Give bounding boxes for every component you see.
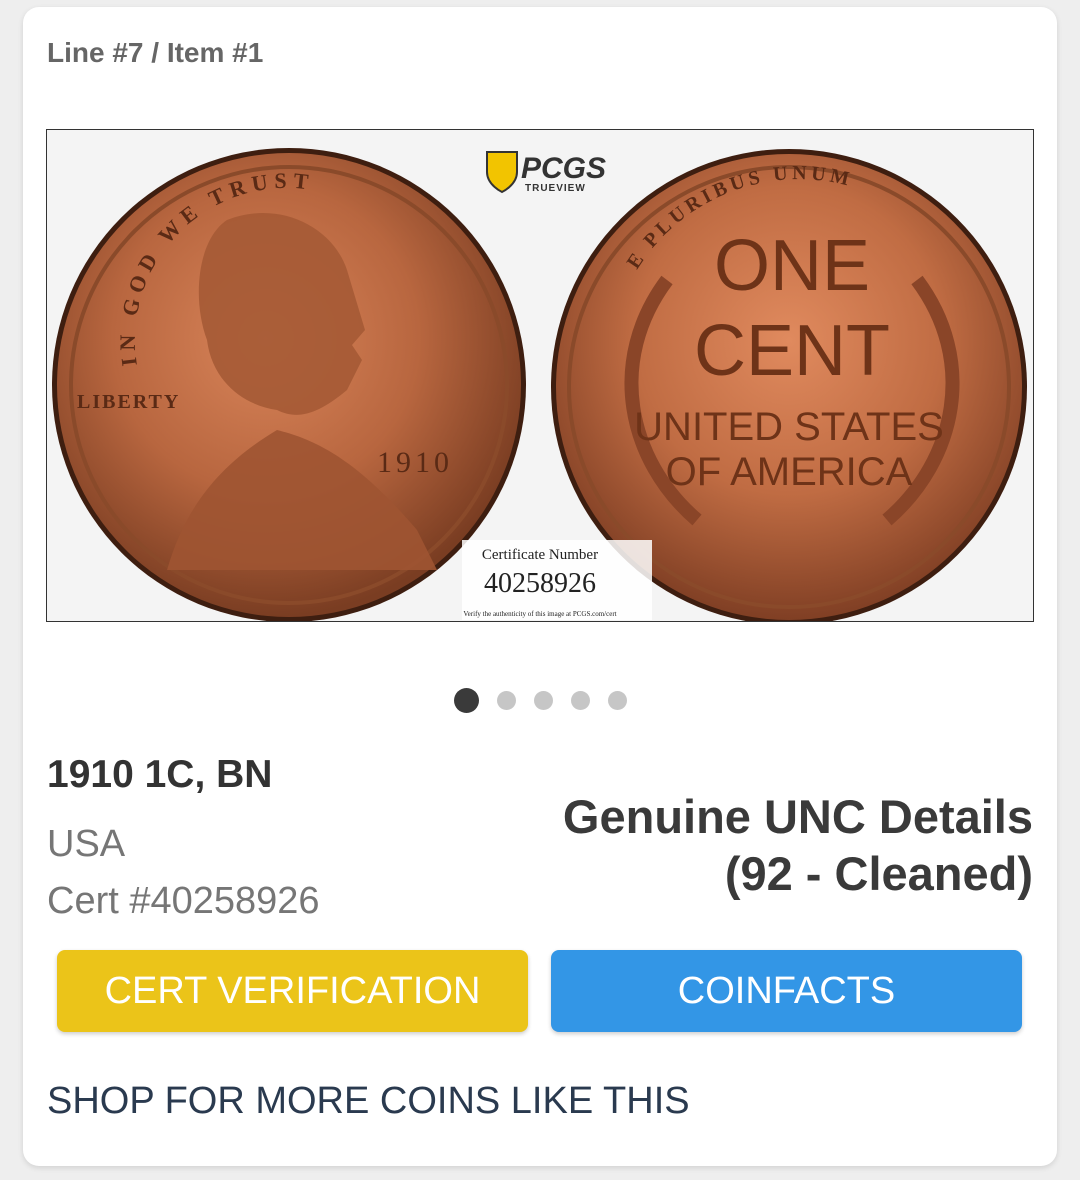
cert-number-label: Certificate Number [482,547,598,563]
shop-more-link[interactable]: SHOP FOR MORE COINS LIKE THIS [47,1080,690,1123]
verify-text: Verify the authenticity of this image at… [463,610,616,618]
carousel-dot-5[interactable] [607,691,627,710]
grade-line-2: (92 - Cleaned) [724,847,1033,900]
obverse-liberty: LIBERTY [77,391,180,413]
carousel-dots [23,688,1057,713]
coinfacts-button[interactable]: COINFACTS [551,950,1022,1032]
grade-line-1: Genuine UNC Details [562,790,1033,843]
coin-card: Line #7 / Item #1 IN GOD WE TRUST LIBERT… [23,7,1057,1166]
carousel-dot-1[interactable] [453,688,479,713]
carousel-dot-2[interactable] [496,691,516,710]
coin-grade: Genuine UNC Details (92 - Cleaned) [563,788,1033,902]
reverse-one: ONE [714,226,870,306]
cert-verification-button[interactable]: CERT VERIFICATION [57,950,528,1032]
pcgs-logo-text: PCGS [521,152,606,185]
pcgs-logo-sub: TRUEVIEW [525,183,586,194]
cert-number-value: 40258926 [484,568,596,599]
line-item-label: Line #7 / Item #1 [47,37,264,68]
obverse-year: 1910 [377,446,453,479]
carousel-dot-3[interactable] [533,691,553,710]
reverse-country-1: UNITED STATES [634,405,944,449]
carousel-dot-4[interactable] [570,691,590,710]
coin-image[interactable]: IN GOD WE TRUST LIBERTY 1910 E PLURIBUS … [46,129,1034,622]
coin-country: USA [47,823,126,865]
reverse-country-2: OF AMERICA [666,450,913,494]
coin-cert-number: Cert #40258926 [47,880,320,922]
coin-title: 1910 1C, BN [47,753,273,796]
reverse-cent: CENT [694,311,890,391]
